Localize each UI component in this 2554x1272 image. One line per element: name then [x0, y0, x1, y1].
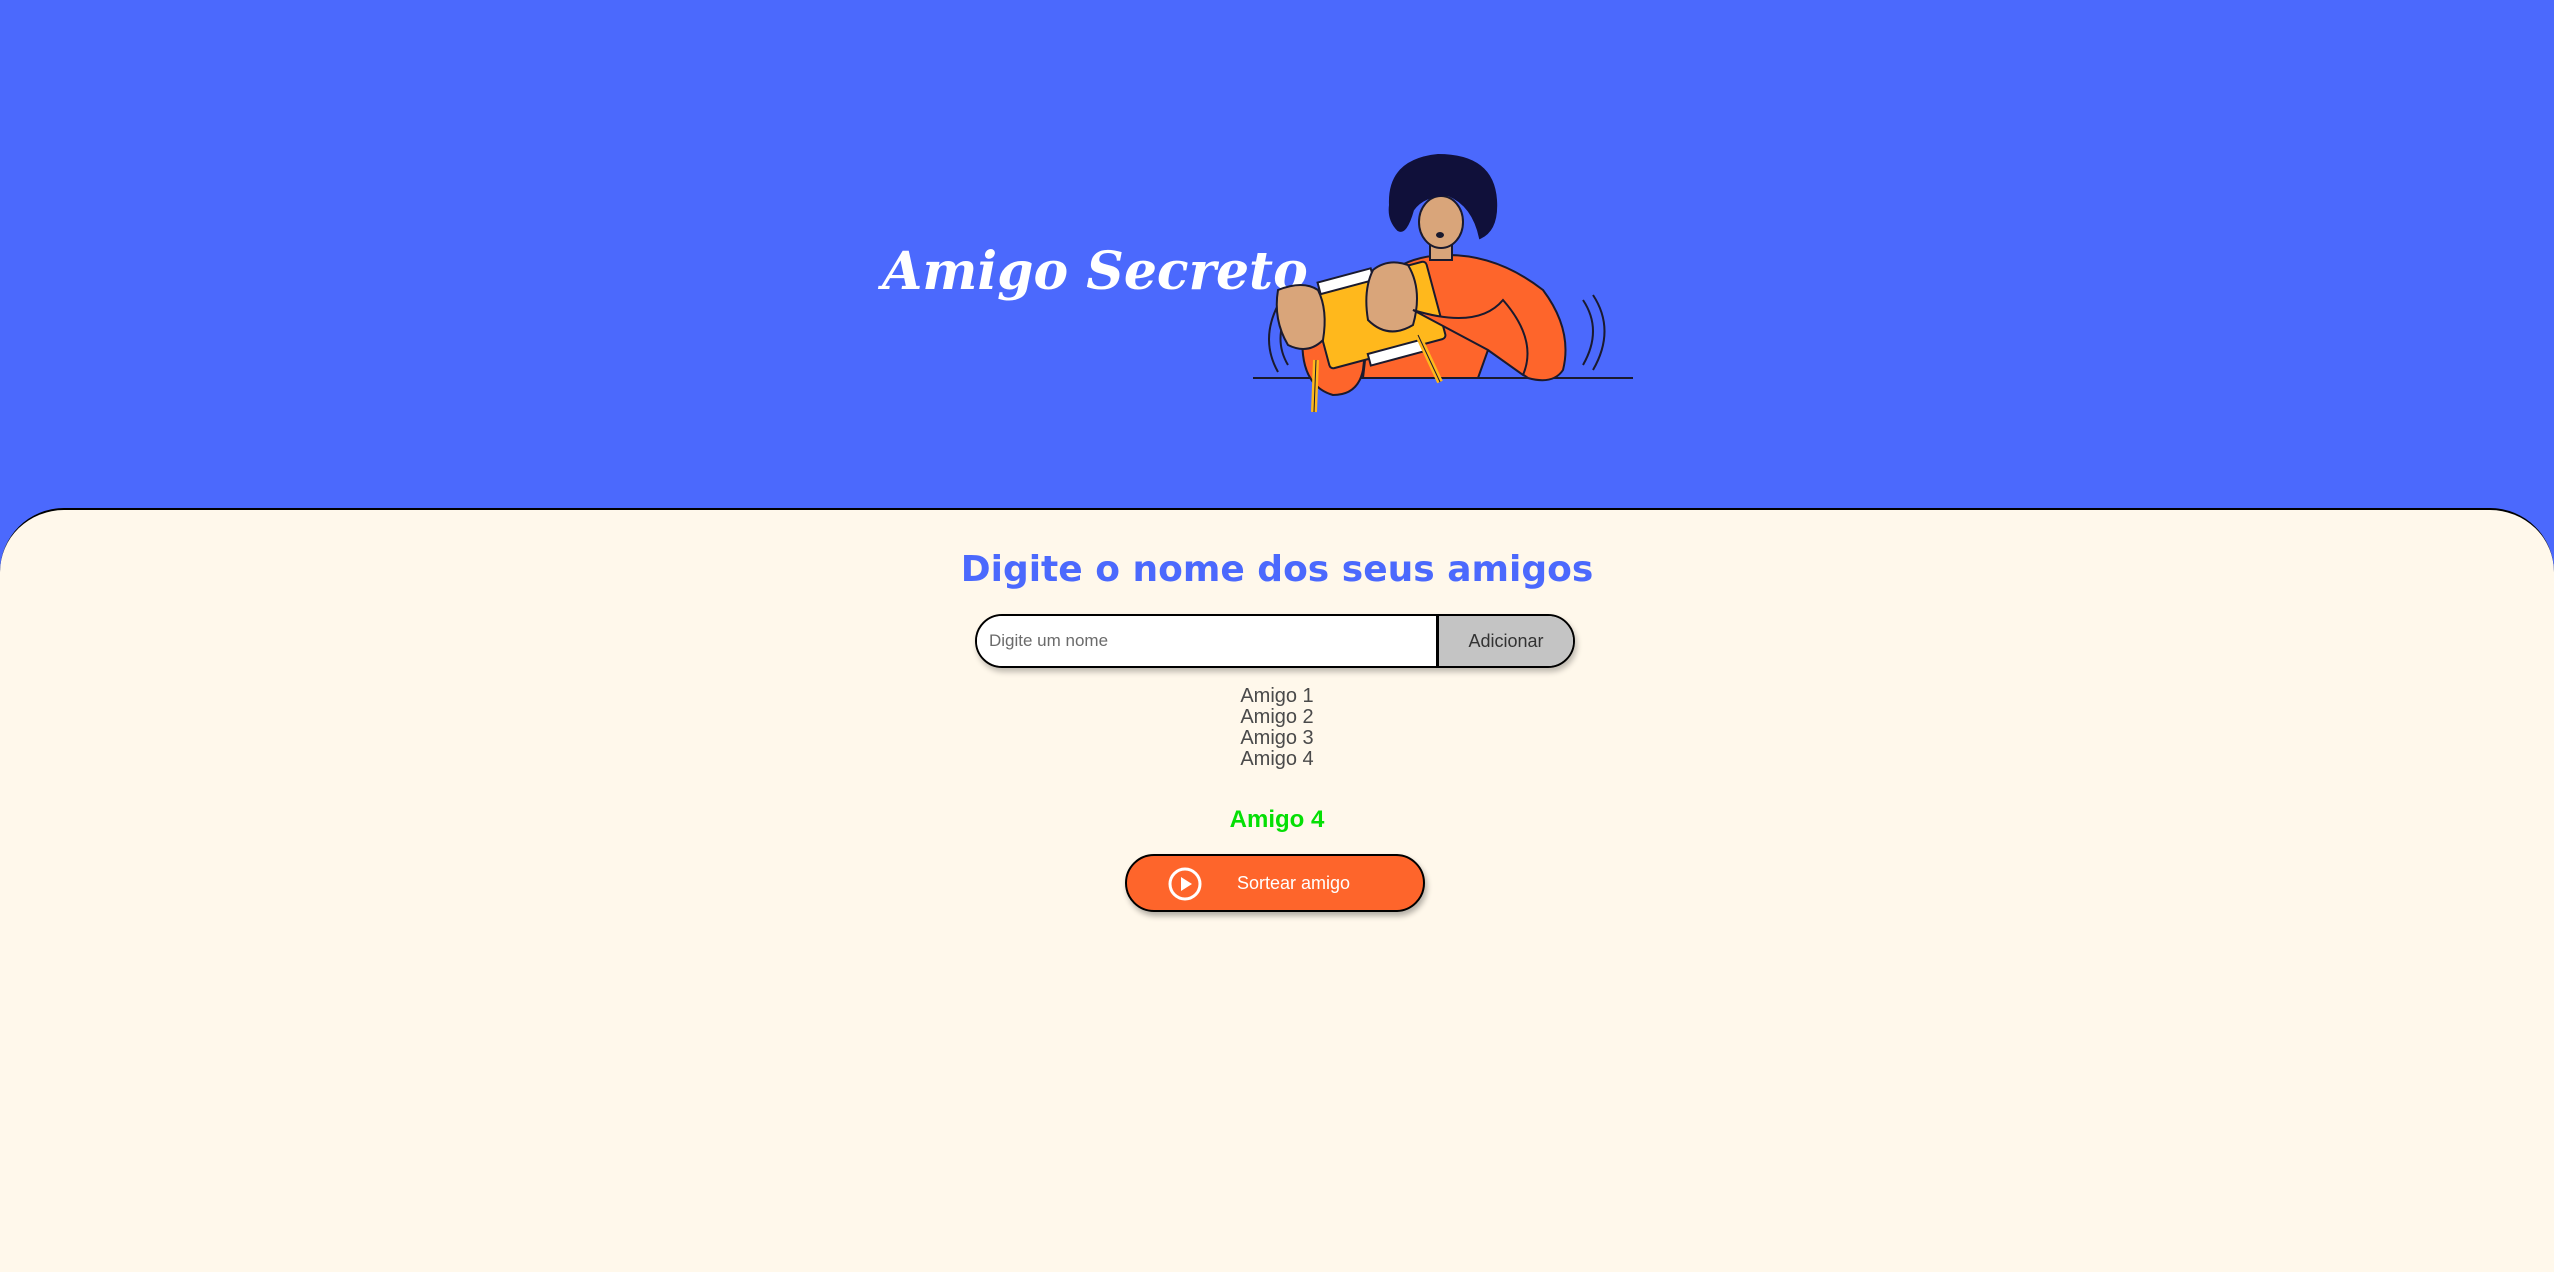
- header-banner: Amigo Secreto: [0, 0, 2554, 510]
- name-input[interactable]: [977, 616, 1439, 666]
- main-panel: Digite o nome dos seus amigos Adicionar …: [0, 508, 2554, 1272]
- draw-button-label: Sortear amigo: [1237, 873, 1351, 893]
- draw-result: Amigo 4: [1229, 806, 1325, 833]
- list-item: Amigo 3: [1240, 727, 1314, 749]
- list-item: Amigo 2: [1240, 706, 1314, 728]
- play-icon: [1168, 867, 1202, 901]
- draw-friend-button[interactable]: Sortear amigo: [1125, 854, 1425, 912]
- app-title: Amigo Secreto: [882, 241, 1308, 302]
- add-button[interactable]: Adicionar: [1439, 616, 1573, 666]
- list-item: Amigo 4: [1240, 748, 1314, 770]
- add-friend-form: Adicionar: [975, 614, 1575, 668]
- friend-list: Amigo 1 Amigo 2 Amigo 3 Amigo 4: [0, 686, 2554, 770]
- person-with-gift-illustration: [1253, 153, 1633, 413]
- section-title: Digite o nome dos seus amigos: [960, 549, 1594, 590]
- page: Amigo Secreto Digite o nome dos seus ami…: [0, 0, 2554, 1272]
- list-item: Amigo 1: [1240, 685, 1314, 707]
